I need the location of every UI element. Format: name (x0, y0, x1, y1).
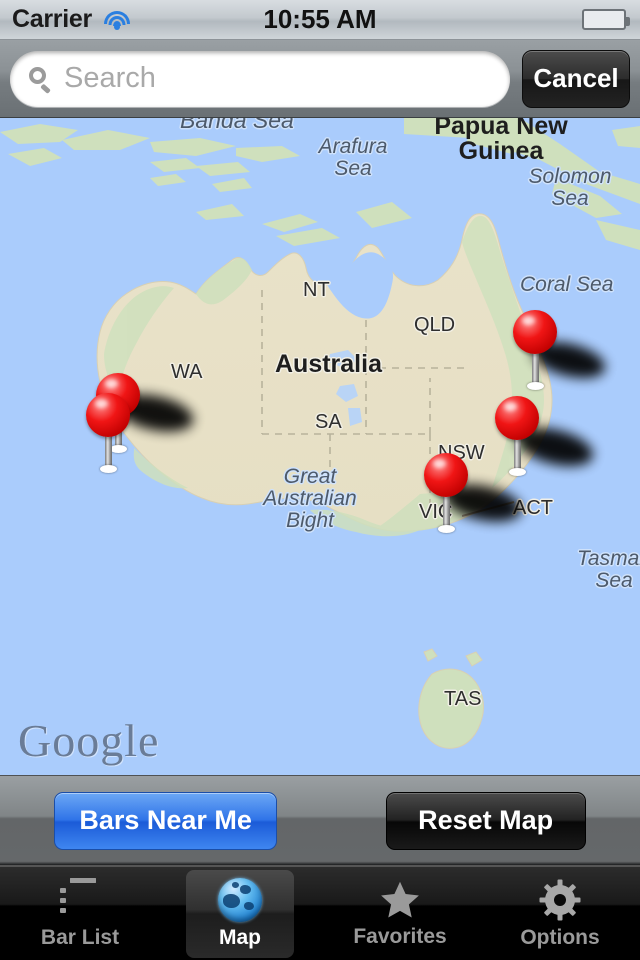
star-icon (378, 879, 422, 921)
map-label-australia: Australia (275, 350, 382, 378)
tab-options[interactable]: Options (480, 867, 640, 960)
map-label-qld: QLD (414, 314, 456, 336)
tab-bar-list-label: Bar List (40, 925, 120, 949)
search-bar: Search Cancel (0, 40, 640, 118)
battery-full-icon (582, 9, 630, 30)
tab-favorites-label: Favorites (353, 924, 447, 948)
tab-bar-list[interactable]: Bar List (0, 867, 160, 960)
wifi-icon (102, 9, 132, 31)
pin-perth-b[interactable] (86, 393, 130, 473)
tab-favorites[interactable]: Favorites (320, 867, 480, 960)
map-action-toolbar: Bars Near Me Reset Map (0, 775, 640, 865)
map-label-wa: WA (171, 361, 203, 383)
globe-icon (218, 877, 262, 922)
google-logo: Google (18, 715, 160, 766)
status-bar: Carrier 10:55 AM (0, 0, 640, 40)
map-label-coral-sea: Coral Sea (520, 273, 614, 296)
search-placeholder: Search (64, 62, 156, 94)
map-label-nt: NT (303, 279, 330, 301)
reset-map-button[interactable]: Reset Map (385, 791, 586, 850)
map-label-solomon-sea: Solomon Sea (528, 165, 612, 211)
search-input[interactable]: Search (10, 50, 510, 107)
map-label-arafura-sea: Arafura Sea (318, 135, 388, 181)
tab-options-label: Options (520, 925, 600, 949)
app-screen: Carrier 10:55 AM Search Cancel Banda Sea… (0, 0, 640, 960)
search-icon (28, 66, 52, 94)
map-label-great-australian-bight: Great Australian Bight (263, 465, 357, 533)
list-icon (56, 877, 104, 922)
pin-melbourne[interactable] (424, 453, 468, 533)
map-label-tasman-sea: TasmanSea (577, 547, 640, 593)
map-label-banda-sea: Banda Sea (180, 118, 294, 133)
pin-brisbane[interactable] (513, 310, 557, 390)
cancel-button[interactable]: Cancel (522, 49, 630, 108)
tab-bar: Bar List Map Favorites Options (0, 865, 640, 960)
gear-icon (538, 878, 582, 922)
carrier-label: Carrier (12, 5, 92, 33)
map-label-papua-new-guinea: Papua New Guinea (434, 118, 568, 165)
tab-map-label: Map (219, 925, 261, 949)
bars-near-me-button[interactable]: Bars Near Me (54, 791, 277, 850)
map-view[interactable]: Banda Sea Arafura Sea Papua New Guinea Sol… (0, 118, 640, 775)
pin-sydney[interactable] (495, 396, 539, 476)
map-label-sa: SA (315, 411, 342, 433)
status-clock: 10:55 AM (263, 4, 377, 34)
tab-map[interactable]: Map (160, 867, 320, 960)
map-label-tas: TAS (444, 688, 482, 710)
